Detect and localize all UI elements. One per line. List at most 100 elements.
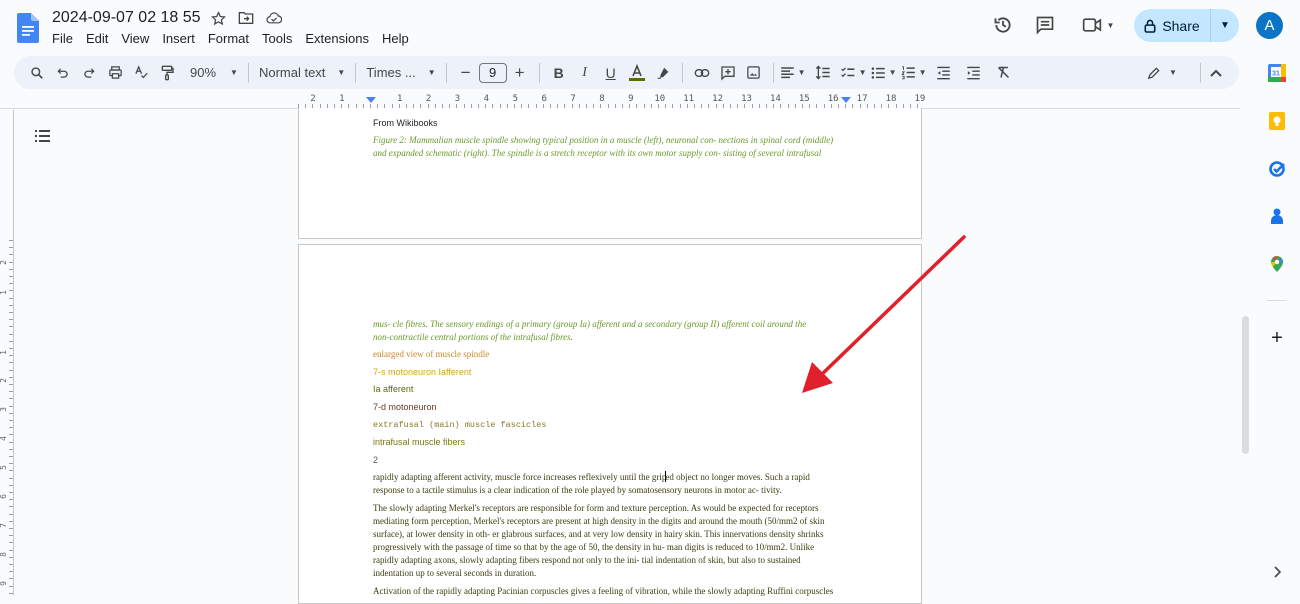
cloud-saved-icon[interactable]	[266, 9, 282, 27]
menu-extensions[interactable]: Extensions	[305, 31, 369, 46]
share-button[interactable]: Share	[1134, 9, 1211, 42]
ruler-tick	[9, 556, 13, 558]
ruler-tick	[9, 319, 13, 321]
ruler-label: 2	[0, 260, 8, 265]
ruler-tick	[9, 492, 13, 493]
star-icon[interactable]	[210, 9, 226, 27]
ruler-label: 10	[654, 94, 666, 104]
toolbar-divider	[445, 62, 447, 83]
font-size-input[interactable]: 9	[478, 62, 507, 83]
share-dropdown-button[interactable]: ▼	[1211, 9, 1239, 42]
spellcheck-button[interactable]	[128, 60, 154, 86]
increase-indent-icon	[967, 66, 980, 79]
docs-logo-icon[interactable]	[17, 13, 39, 43]
increase-font-size-button[interactable]: +	[507, 60, 533, 86]
decrease-indent-button[interactable]	[931, 60, 957, 86]
bulleted-list-button[interactable]: ▼	[871, 60, 897, 86]
ruler-tick	[9, 240, 13, 241]
search-menus-button[interactable]	[24, 60, 50, 86]
get-add-ons-button[interactable]: +	[1268, 326, 1286, 349]
show-side-panel-button[interactable]	[1268, 563, 1286, 581]
text-color-button[interactable]	[624, 60, 650, 86]
line-spacing-button[interactable]	[810, 60, 836, 86]
insert-image-button[interactable]	[741, 60, 767, 86]
plus-icon: +	[1271, 326, 1283, 349]
ruler-label: 6	[0, 494, 8, 499]
underline-icon: U	[605, 64, 616, 81]
move-folder-icon[interactable]	[238, 9, 254, 27]
italic-button[interactable]: I	[572, 60, 598, 86]
menu-edit[interactable]: Edit	[86, 31, 108, 46]
keep-icon[interactable]	[1268, 112, 1286, 130]
ruler-tick	[9, 326, 13, 328]
font-family-select[interactable]: Times ... ▼	[362, 60, 439, 86]
clear-formatting-button[interactable]	[991, 60, 1017, 86]
account-avatar[interactable]: A	[1256, 12, 1283, 39]
chevron-down-icon: ▼	[888, 68, 897, 77]
vertical-ruler[interactable]: 2 1 1 2 3 4 5 6 7 8 9	[0, 110, 14, 595]
menu-tools[interactable]: Tools	[262, 31, 292, 46]
numbered-list-button[interactable]: ▼	[900, 60, 927, 86]
ruler-tick	[9, 535, 13, 537]
menu-help[interactable]: Help	[382, 31, 409, 46]
menu-file[interactable]: File	[52, 31, 73, 46]
menu-view[interactable]: View	[121, 31, 149, 46]
add-comment-button[interactable]	[715, 60, 741, 86]
align-button[interactable]: ▼	[780, 60, 806, 86]
left-indent-marker[interactable]	[366, 97, 376, 103]
body-paragraph-line: mediating form perception, Merkel's rece…	[373, 516, 825, 526]
share-label: Share	[1162, 17, 1200, 34]
lock-icon	[1144, 19, 1156, 33]
underline-button[interactable]: U	[598, 60, 624, 86]
meet-icon[interactable]: ▼	[1078, 10, 1118, 40]
tasks-icon[interactable]	[1268, 160, 1286, 178]
version-history-icon[interactable]	[988, 10, 1018, 40]
add-comment-icon	[720, 65, 735, 81]
ruler-tick	[9, 434, 13, 436]
undo-button[interactable]	[50, 60, 76, 86]
right-indent-marker[interactable]	[841, 97, 851, 103]
insert-link-button[interactable]	[689, 60, 715, 86]
redo-button[interactable]	[76, 60, 102, 86]
paint-format-button[interactable]	[154, 60, 180, 86]
chevron-down-icon: ▼	[1220, 20, 1230, 31]
document-title[interactable]: 2024-09-07 02 18 55	[52, 9, 201, 27]
hide-menus-button[interactable]	[1203, 60, 1229, 86]
horizontal-ruler[interactable]: 2 1 1 2 3 4 5 6 7 8 9 10 11 12 13 14 15 16 17 18 19	[298, 92, 925, 108]
text-run: ed object no longer moves. Such a rapid	[665, 472, 810, 482]
ruler-tick	[9, 499, 13, 501]
document-page[interactable]: From Wikibooks Figure 2: Mammalian muscl…	[298, 108, 922, 239]
ruler-tick	[9, 420, 13, 421]
ruler-label: 17	[856, 94, 868, 104]
ruler-tick	[9, 513, 13, 515]
paragraph-style-select[interactable]: Normal text ▼	[255, 60, 349, 86]
zoom-select[interactable]: 90% ▼	[186, 60, 242, 86]
ruler-label: 5	[0, 465, 8, 470]
body-paragraph-line: The slowly adapting Merkel's receptors a…	[373, 503, 819, 513]
calendar-icon[interactable]: 31	[1268, 64, 1286, 82]
contacts-icon[interactable]	[1268, 207, 1286, 225]
ruler-label: 1	[339, 94, 345, 104]
ruler-label: 8	[599, 94, 605, 104]
ruler-label: 1	[0, 290, 8, 295]
meet-dropdown-icon[interactable]: ▼	[1107, 21, 1115, 30]
bulleted-list-icon	[871, 66, 885, 79]
menu-format[interactable]: Format	[208, 31, 249, 46]
chevron-down-icon: ▼	[797, 68, 806, 77]
decrease-font-size-button[interactable]: −	[453, 60, 479, 86]
body-paragraph-line: indentation up to several seconds in dur…	[373, 568, 537, 578]
bold-button[interactable]: B	[546, 60, 572, 86]
document-page[interactable]: mus- cle fibres. The sensory endings of …	[298, 244, 922, 604]
menu-insert[interactable]: Insert	[162, 31, 195, 46]
checklist-button[interactable]: ▼	[840, 60, 867, 86]
print-button[interactable]	[102, 60, 128, 86]
comments-icon[interactable]	[1030, 10, 1060, 40]
chevron-down-icon: ▼	[858, 68, 867, 77]
document-outline-icon[interactable]	[34, 128, 52, 144]
ruler-label: 18	[885, 94, 897, 104]
highlight-color-button[interactable]	[650, 60, 676, 86]
editing-mode-button[interactable]: ▼	[1147, 60, 1177, 86]
scrollbar-thumb[interactable]	[1242, 316, 1249, 454]
maps-icon[interactable]	[1268, 255, 1286, 273]
increase-indent-button[interactable]	[961, 60, 987, 86]
